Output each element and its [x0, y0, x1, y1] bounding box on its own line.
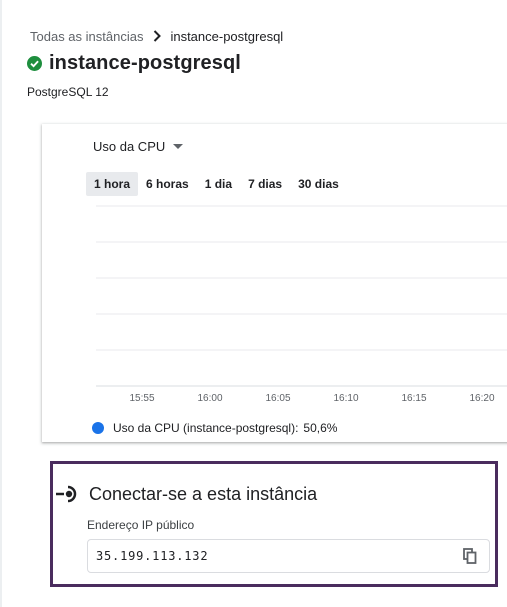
- connect-header: Conectar-se a esta instância: [55, 482, 317, 506]
- public-ip-field[interactable]: 35.199.113.132: [87, 539, 490, 573]
- metrics-card: Uso da CPU 1 hora 6 horas 1 dia 7 dias 3…: [42, 124, 507, 442]
- database-version: PostgreSQL 12: [27, 85, 109, 99]
- connect-section: Conectar-se a esta instância Endereço IP…: [50, 461, 498, 587]
- x-tick-label: 15:55: [129, 393, 154, 404]
- cpu-usage-chart: 15:55 16:00 16:05 16:10 16:15 16:20: [96, 205, 507, 404]
- chart-legend: Uso da CPU (instance-postgresql): 50,6%: [92, 420, 337, 436]
- breadcrumb-current: instance-postgresql: [170, 28, 284, 44]
- content-left-border: [0, 0, 2, 607]
- x-tick-label: 16:00: [197, 393, 222, 404]
- page-header: instance-postgresql: [27, 50, 241, 76]
- legend-series-dot: [92, 422, 104, 434]
- x-tick-label: 16:20: [469, 393, 494, 404]
- copy-icon[interactable]: [461, 547, 479, 565]
- legend-series-value: 50,6%: [303, 421, 338, 435]
- x-tick-label: 16:15: [401, 393, 426, 404]
- connect-title: Conectar-se a esta instância: [89, 483, 318, 504]
- connect-plug-icon: [55, 484, 81, 504]
- public-ip-label: Endereço IP público: [87, 518, 195, 532]
- legend-series-label: Uso da CPU (instance-postgresql):: [113, 421, 299, 435]
- breadcrumb-all-instances-link[interactable]: Todas as instâncias: [30, 29, 143, 44]
- x-tick-label: 16:10: [333, 393, 358, 404]
- check-circle-icon: [27, 55, 42, 71]
- public-ip-value[interactable]: 35.199.113.132: [96, 549, 208, 563]
- page-title: instance-postgresql: [49, 51, 241, 74]
- breadcrumb: Todas as instâncias instance-postgresql: [30, 27, 283, 45]
- x-tick-label: 16:05: [265, 393, 290, 404]
- chevron-right-icon: [153, 30, 162, 42]
